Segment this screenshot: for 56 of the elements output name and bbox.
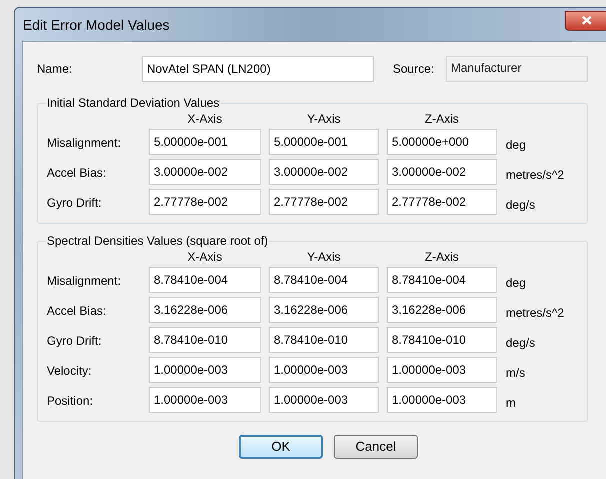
- unit-label: m: [506, 394, 517, 412]
- value-field[interactable]: 3.00000e-002: [387, 159, 497, 185]
- column-header: X-Axis: [186, 113, 224, 126]
- value-field[interactable]: 8.78410e-004: [387, 267, 497, 293]
- column-header: X-Axis: [186, 251, 224, 264]
- unit-label: metres/s^2: [506, 304, 566, 322]
- window-title: Edit Error Model Values: [23, 16, 170, 35]
- row-label: Gyro Drift:: [47, 333, 103, 350]
- value-field[interactable]: 3.00000e-002: [149, 159, 261, 185]
- row-label: Velocity:: [47, 363, 93, 380]
- row-label: Misalignment:: [47, 135, 122, 152]
- row-label: Gyro Drift:: [47, 195, 103, 212]
- value-field[interactable]: 3.00000e-002: [269, 159, 379, 185]
- close-button[interactable]: [565, 10, 606, 30]
- dialog-button[interactable]: Cancel: [334, 435, 418, 459]
- value-field[interactable]: 1.00000e-003: [269, 387, 379, 413]
- value-field[interactable]: 5.00000e-001: [149, 129, 261, 155]
- value-field[interactable]: 8.78410e-010: [269, 327, 379, 353]
- column-header: Y-Axis: [306, 251, 342, 264]
- unit-label: m/s: [506, 364, 526, 382]
- row-label: Position:: [47, 393, 94, 410]
- value-field[interactable]: 1.00000e-003: [387, 387, 497, 413]
- value-field[interactable]: 3.16228e-006: [387, 297, 497, 323]
- value-field[interactable]: 3.16228e-006: [269, 297, 379, 323]
- value-field[interactable]: 8.78410e-010: [387, 327, 497, 353]
- unit-label: deg/s: [506, 196, 536, 214]
- unit-label: metres/s^2: [506, 166, 566, 184]
- row-label: Accel Bias:: [47, 165, 108, 182]
- group-title: Spectral Densities Values (square root of): [46, 233, 270, 250]
- row-label: Misalignment:: [47, 273, 122, 290]
- value-field[interactable]: 8.78410e-010: [149, 327, 261, 353]
- value-field[interactable]: 5.00000e+000: [387, 129, 497, 155]
- close-icon: [582, 16, 592, 25]
- value-field[interactable]: 1.00000e-003: [387, 357, 497, 383]
- dialog-button[interactable]: OK: [239, 435, 323, 459]
- value-field[interactable]: 1.00000e-003: [149, 387, 261, 413]
- value-field[interactable]: 1.00000e-003: [269, 357, 379, 383]
- value-field[interactable]: 5.00000e-001: [269, 129, 379, 155]
- value-field[interactable]: 8.78410e-004: [149, 267, 261, 293]
- column-header: Z-Axis: [424, 251, 460, 264]
- group-title: Initial Standard Deviation Values: [46, 95, 221, 112]
- value-field[interactable]: 2.77778e-002: [269, 189, 379, 215]
- source-label: Source:: [393, 61, 436, 78]
- value-field[interactable]: 1.00000e-003: [149, 357, 261, 383]
- column-header: Z-Axis: [424, 113, 460, 126]
- value-field[interactable]: 2.77778e-002: [387, 189, 497, 215]
- row-label: Accel Bias:: [47, 303, 108, 320]
- unit-label: deg: [506, 274, 528, 292]
- name-field[interactable]: NovAtel SPAN (LN200): [142, 56, 374, 82]
- name-label: Name:: [37, 61, 74, 78]
- unit-label: deg: [506, 136, 528, 154]
- value-field[interactable]: 2.77778e-002: [149, 189, 261, 215]
- value-field[interactable]: 3.16228e-006: [149, 297, 261, 323]
- unit-label: deg/s: [506, 334, 536, 352]
- column-header: Y-Axis: [306, 113, 342, 126]
- value-field[interactable]: 8.78410e-004: [269, 267, 379, 293]
